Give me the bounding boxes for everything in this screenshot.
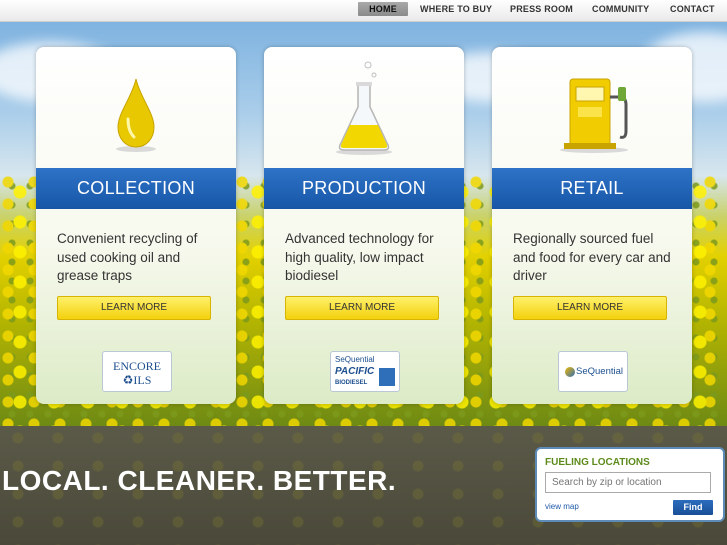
- learn-more-button[interactable]: LEARN MORE: [513, 296, 667, 320]
- location-search-input[interactable]: [545, 472, 711, 493]
- logo-text-line2: PACIFIC: [335, 366, 375, 377]
- oil-drop-icon: [116, 78, 156, 152]
- top-nav: HOME WHERE TO BUY PRESS ROOM COMMUNITY C…: [0, 0, 727, 22]
- logo-emblem-icon: [379, 368, 395, 386]
- learn-more-button[interactable]: LEARN MORE: [57, 296, 211, 320]
- card-title: RETAIL: [492, 168, 692, 209]
- fueling-locations-widget: FUELING LOCATIONS view map Find: [535, 447, 725, 522]
- card-description: Advanced technology for high quality, lo…: [285, 231, 434, 283]
- card-collection: COLLECTION Convenient recycling of used …: [36, 47, 236, 404]
- flask-icon: [336, 61, 392, 155]
- nav-contact[interactable]: CONTACT: [670, 2, 715, 16]
- nav-where-to-buy[interactable]: WHERE TO BUY: [420, 2, 492, 16]
- tagline: LOCAL. CLEANER. BETTER.: [2, 465, 397, 496]
- card-production: PRODUCTION Advanced technology for high …: [264, 47, 464, 404]
- logo-text-line2: ♻ILS: [122, 373, 152, 387]
- nav-press-room[interactable]: PRESS ROOM: [510, 2, 573, 16]
- sequential-pacific-biodiesel-logo[interactable]: SeQuential PACIFIC BIODIESEL: [330, 351, 400, 392]
- logo-text-line3: BIODIESEL: [335, 380, 368, 386]
- logo-text-line1: ENCORE: [113, 359, 161, 373]
- nav-community[interactable]: COMMUNITY: [592, 2, 649, 16]
- sequential-logo[interactable]: SeQuential: [558, 351, 628, 392]
- card-description: Regionally sourced fuel and food for eve…: [513, 231, 671, 283]
- encore-oils-logo[interactable]: ENCORE ♻ILS: [102, 351, 172, 392]
- sequential-emblem-icon: [565, 367, 575, 377]
- fueling-title: FUELING LOCATIONS: [545, 457, 650, 468]
- learn-more-button[interactable]: LEARN MORE: [285, 296, 439, 320]
- card-retail: RETAIL Regionally sourced fuel and food …: [492, 47, 692, 404]
- view-map-link[interactable]: view map: [545, 502, 579, 511]
- card-title: COLLECTION: [36, 168, 236, 209]
- card-title: PRODUCTION: [264, 168, 464, 209]
- card-description: Convenient recycling of used cooking oil…: [57, 231, 198, 283]
- nav-home[interactable]: HOME: [358, 2, 408, 16]
- logo-text-line1: SeQuential: [576, 366, 624, 377]
- fuel-pump-icon: [560, 78, 628, 153]
- logo-text-line1: SeQuential: [335, 355, 375, 364]
- find-button[interactable]: Find: [673, 500, 713, 515]
